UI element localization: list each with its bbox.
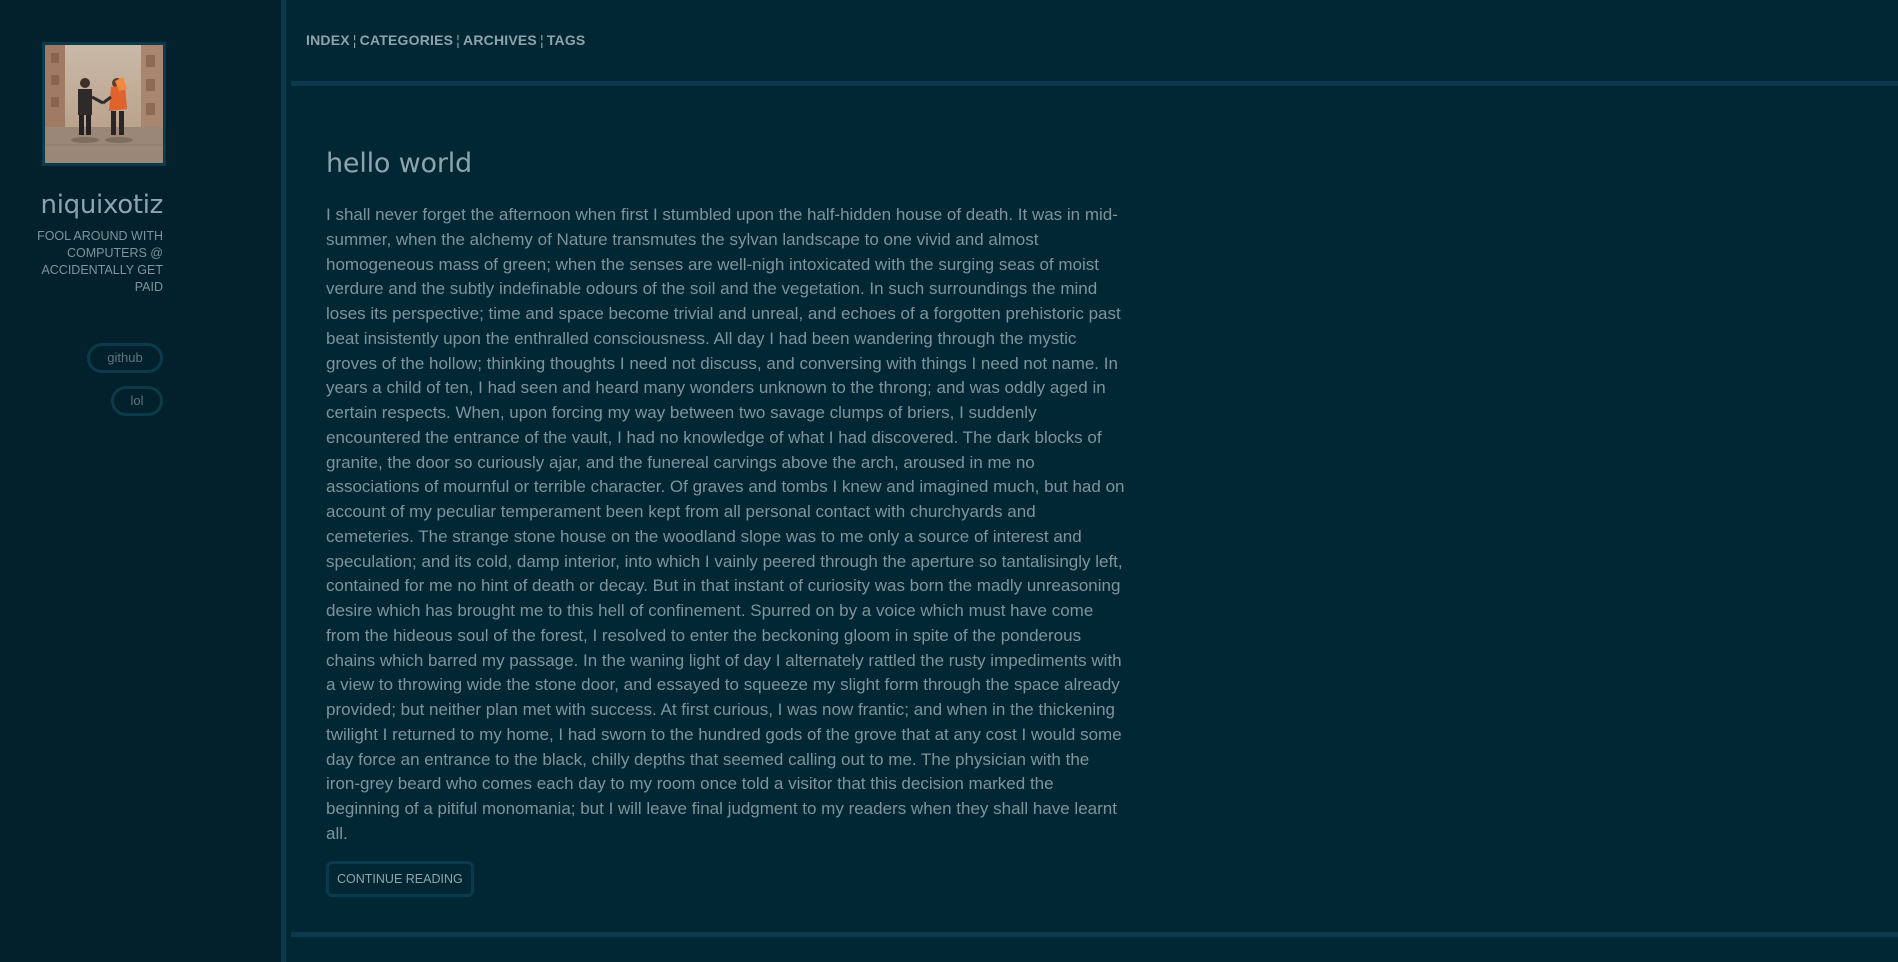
sidebar: niquixotiz FOOL AROUND WITH COMPUTERS @ … bbox=[0, 0, 286, 962]
lol-link[interactable]: lol bbox=[111, 386, 163, 416]
post-divider bbox=[291, 932, 1898, 937]
nav-archives[interactable]: ARCHIVES bbox=[463, 32, 537, 48]
nav-index[interactable]: INDEX bbox=[306, 32, 350, 48]
nav-separator: ¦ bbox=[539, 32, 544, 48]
site-tagline: FOOL AROUND WITH COMPUTERS @ ACCIDENTALL… bbox=[37, 229, 163, 294]
site-title[interactable]: niquixotiz bbox=[41, 190, 164, 220]
album-cover-avatar-image bbox=[45, 45, 163, 163]
nav-categories[interactable]: CATEGORIES bbox=[360, 32, 454, 48]
continue-reading-button[interactable]: CONTINUE READING bbox=[326, 860, 474, 897]
nav-separator: ¦ bbox=[352, 32, 357, 48]
github-link[interactable]: github bbox=[87, 343, 163, 373]
post-excerpt: I shall never forget the afternoon when … bbox=[326, 205, 1125, 843]
post-title[interactable]: hello world bbox=[326, 148, 1126, 179]
header-divider bbox=[291, 81, 1898, 86]
nav-separator: ¦ bbox=[456, 32, 461, 48]
top-nav: INDEX ¦ CATEGORIES ¦ ARCHIVES ¦ TAGS bbox=[306, 32, 585, 48]
post: hello world I shall never forget the aft… bbox=[326, 148, 1126, 897]
avatar[interactable] bbox=[42, 42, 166, 166]
nav-tags[interactable]: TAGS bbox=[547, 32, 586, 48]
